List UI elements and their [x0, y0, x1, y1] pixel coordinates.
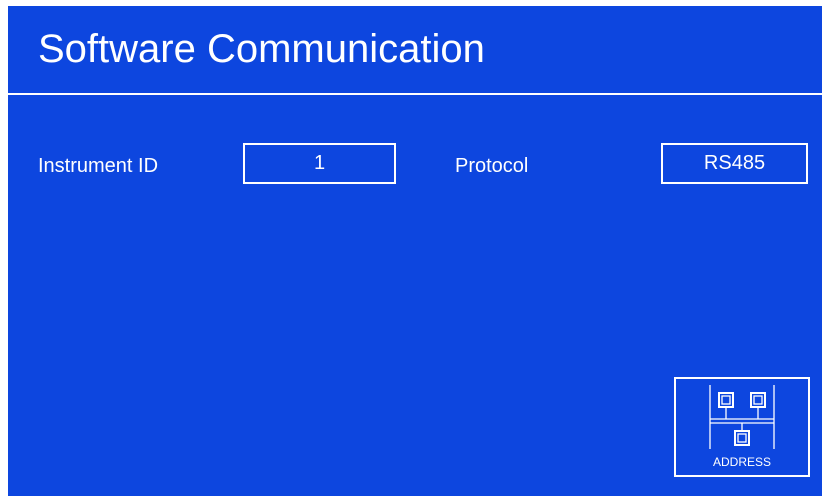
page-title: Software Communication — [38, 27, 485, 71]
header-bar: Software Communication — [8, 6, 822, 95]
address-button-label: ADDRESS — [712, 455, 771, 469]
protocol-field[interactable]: RS485 — [661, 143, 808, 184]
communication-screen: Software Communication Instrument ID 1 P… — [8, 6, 822, 496]
protocol-label: Protocol — [455, 155, 529, 177]
instrument-id-field[interactable]: 1 — [243, 143, 396, 184]
address-button[interactable]: ADDRESS — [674, 377, 810, 477]
instrument-id-label: Instrument ID — [38, 155, 159, 177]
